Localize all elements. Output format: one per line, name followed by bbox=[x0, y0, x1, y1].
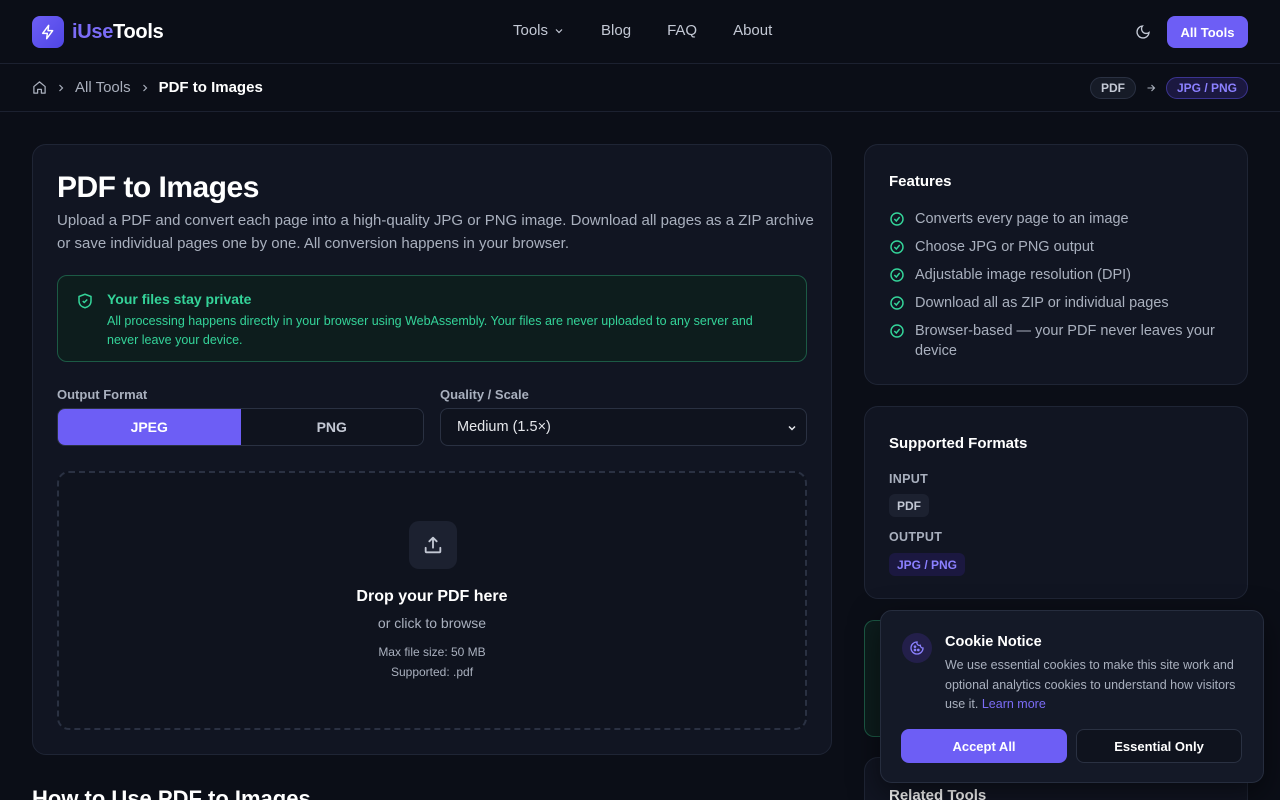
from-format-badge: PDF bbox=[1089, 77, 1136, 99]
quality-select-value: Medium (1.5×) bbox=[457, 419, 551, 435]
feature-text: Adjustable image resolution (DPI) bbox=[915, 267, 1131, 283]
features-title: Features bbox=[889, 173, 952, 190]
tool-card: PDF to Images Upload a PDF and convert e… bbox=[32, 144, 832, 755]
feature-text: Download all as ZIP or individual pages bbox=[915, 295, 1169, 311]
feature-item: Converts every page to an image bbox=[889, 209, 1229, 229]
check-circle-icon bbox=[890, 268, 904, 282]
shield-check-icon bbox=[76, 292, 94, 315]
main-nav: Tools Blog FAQ About bbox=[513, 22, 772, 39]
quality-select[interactable]: Medium (1.5×) bbox=[440, 408, 807, 446]
lightning-icon bbox=[32, 16, 64, 48]
dropzone-browse-text: or click to browse bbox=[377, 615, 487, 631]
breadcrumb: All Tools PDF to Images bbox=[32, 79, 263, 96]
quality-label: Quality / Scale bbox=[440, 387, 529, 402]
nav-tools-label: Tools bbox=[513, 22, 549, 39]
feature-text: Browser-based — your PDF never leaves yo… bbox=[915, 323, 1215, 359]
logo-text-part2: Tools bbox=[113, 20, 164, 43]
chevron-down-icon bbox=[786, 422, 798, 434]
upload-icon bbox=[409, 521, 457, 569]
nav-about[interactable]: About bbox=[733, 22, 772, 39]
page-title: PDF to Images bbox=[57, 171, 259, 204]
check-circle-icon bbox=[890, 240, 904, 254]
logo[interactable]: iUseTools bbox=[32, 16, 164, 48]
output-label: OUTPUT bbox=[889, 530, 943, 544]
chevron-down-icon bbox=[555, 28, 563, 33]
nav-tools[interactable]: Tools bbox=[513, 22, 565, 39]
breadcrumb-current: PDF to Images bbox=[158, 79, 263, 96]
dropzone-title: Drop your PDF here bbox=[356, 588, 508, 605]
theme-toggle-moon-icon[interactable] bbox=[1133, 22, 1153, 42]
feature-item: Choose JPG or PNG output bbox=[889, 237, 1229, 257]
essential-only-button[interactable]: Essential Only bbox=[1076, 729, 1242, 763]
learn-more-link[interactable]: Learn more bbox=[982, 697, 1046, 711]
features-list: Converts every page to an image Choose J… bbox=[889, 209, 1229, 369]
cookie-icon bbox=[902, 633, 932, 663]
features-card: Features Converts every page to an image… bbox=[864, 144, 1248, 385]
chevron-right-icon bbox=[55, 82, 67, 94]
supported-types: Supported: .pdf bbox=[390, 665, 474, 679]
chevron-right-icon bbox=[139, 82, 151, 94]
supported-formats-title: Supported Formats bbox=[889, 435, 1028, 452]
accept-all-button[interactable]: Accept All bbox=[901, 729, 1067, 763]
page-description: Upload a PDF and convert each page into … bbox=[57, 212, 814, 252]
all-tools-button[interactable]: All Tools bbox=[1167, 16, 1248, 48]
cookie-text: We use essential cookies to make this si… bbox=[945, 656, 1250, 715]
privacy-title: Your files stay private bbox=[107, 291, 252, 307]
feature-item: Download all as ZIP or individual pages bbox=[889, 293, 1229, 313]
format-png-button[interactable]: PNG bbox=[240, 409, 423, 445]
conversion-badges: PDF JPG / PNG bbox=[1089, 77, 1248, 99]
nav-blog[interactable]: Blog bbox=[601, 22, 631, 39]
check-circle-icon bbox=[890, 212, 904, 226]
nav-faq[interactable]: FAQ bbox=[667, 22, 697, 39]
top-header: iUseTools Tools Blog FAQ About All Tools bbox=[0, 0, 1280, 64]
input-format-badge: PDF bbox=[889, 494, 929, 517]
output-format-badge: JPG / PNG bbox=[889, 553, 966, 576]
max-file-size: Max file size: 50 MB bbox=[378, 645, 486, 659]
check-circle-icon bbox=[890, 296, 904, 310]
related-tools-title: Related Tools bbox=[889, 787, 987, 800]
arrow-right-icon bbox=[1145, 82, 1157, 94]
home-icon[interactable] bbox=[32, 80, 47, 95]
supported-formats-card: Supported Formats INPUT PDF OUTPUT JPG /… bbox=[864, 406, 1248, 599]
file-dropzone[interactable]: Drop your PDF here or click to browse Ma… bbox=[57, 471, 807, 730]
how-to-heading: How to Use PDF to Images bbox=[32, 786, 311, 800]
output-format-label: Output Format bbox=[57, 387, 148, 402]
input-label: INPUT bbox=[889, 472, 928, 486]
cookie-notice: Cookie Notice We use essential cookies t… bbox=[880, 610, 1264, 783]
breadcrumb-all-tools[interactable]: All Tools bbox=[75, 79, 131, 96]
to-format-badge: JPG / PNG bbox=[1165, 77, 1248, 99]
check-circle-icon bbox=[890, 324, 904, 338]
logo-text: iUseTools bbox=[72, 20, 164, 44]
output-format-toggle: JPEG PNG bbox=[57, 408, 424, 446]
breadcrumb-bar: All Tools PDF to Images PDF JPG / PNG bbox=[0, 64, 1280, 112]
privacy-notice: Your files stay private All processing h… bbox=[57, 275, 807, 362]
feature-item: Browser-based — your PDF never leaves yo… bbox=[889, 321, 1229, 361]
feature-text: Converts every page to an image bbox=[915, 211, 1129, 227]
logo-text-part1: iUse bbox=[72, 20, 114, 43]
cookie-title: Cookie Notice bbox=[945, 634, 1042, 650]
format-jpeg-button[interactable]: JPEG bbox=[58, 409, 241, 445]
privacy-text: All processing happens directly in your … bbox=[107, 314, 753, 347]
feature-text: Choose JPG or PNG output bbox=[915, 239, 1094, 255]
feature-item: Adjustable image resolution (DPI) bbox=[889, 265, 1229, 285]
